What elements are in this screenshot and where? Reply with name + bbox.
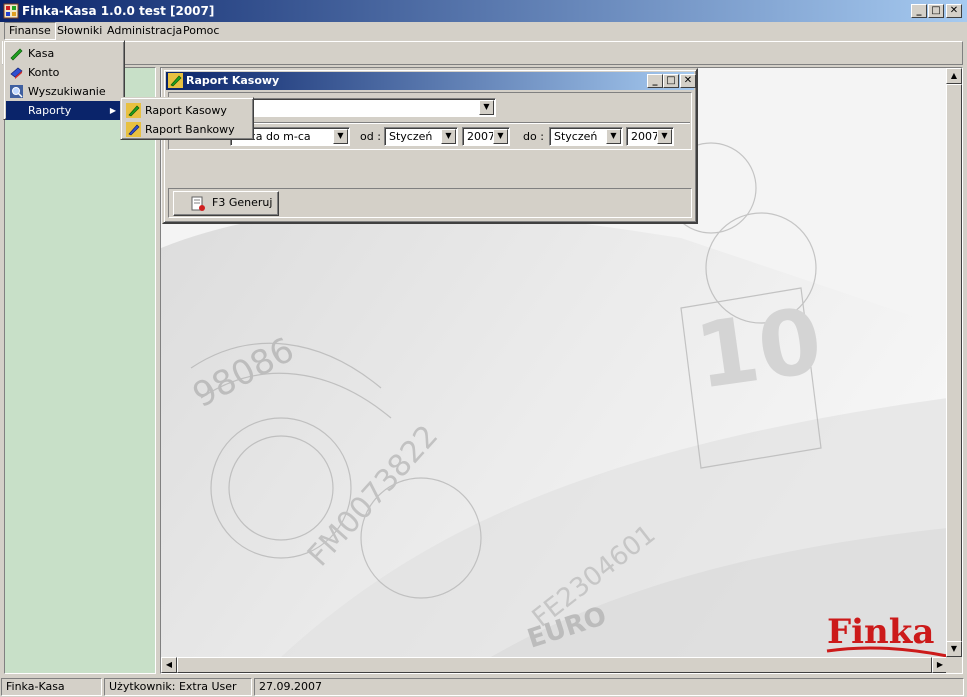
menu-item-wyszukiwanie[interactable]: Wyszukiwanie [6,82,122,101]
svg-text:10: 10 [689,288,828,409]
od-label: od : [360,130,381,143]
horizontal-scroll-thumb[interactable] [177,657,932,673]
finka-logo-text: Finka [827,612,934,652]
account-combo-arrow-icon[interactable]: ▼ [479,100,494,115]
raport-kasowy-dialog: Raport Kasowy _ □ ✕ ▼ m-ca do m-ca ▼ od … [162,68,698,224]
do-year-combo[interactable]: 2007 ▼ [626,127,674,146]
close-button[interactable]: ✕ [946,4,962,18]
blue-pen-icon [126,122,141,137]
finanse-menu: Kasa Konto Wyszukiwanie Raporty ▶ [3,40,125,120]
green-pen-icon [168,73,183,88]
account-combo[interactable]: ▼ [252,98,496,117]
title-bar[interactable]: Finka-Kasa 1.0.0 test [2007] _ □ ✕ [0,0,967,22]
scroll-corner [946,657,962,673]
menu-finanse[interactable]: Finanse [4,22,56,40]
generate-report-icon [191,196,205,211]
app-icon [3,3,19,19]
do-month-arrow-icon[interactable]: ▼ [606,129,621,144]
scroll-up-icon[interactable]: ▲ [946,68,962,84]
toolbar [2,41,963,65]
od-month-combo[interactable]: Styczeń ▼ [384,127,458,146]
menu-item-raport-kasowy-label: Raport Kasowy [145,104,227,117]
menu-item-wyszukiwanie-label: Wyszukiwanie [28,85,106,98]
dialog-title-bar[interactable]: Raport Kasowy _ □ ✕ [166,72,696,90]
generate-button[interactable]: F3 Generuj [173,191,279,216]
dialog-maximize-button[interactable]: □ [663,74,679,88]
period-type-arrow-icon[interactable]: ▼ [333,129,348,144]
menu-slowniki[interactable]: Słowniki [53,22,106,40]
vertical-scrollbar[interactable]: ▲ ▼ [946,68,962,657]
minimize-button[interactable]: _ [911,4,927,18]
search-icon [10,85,23,98]
horizontal-scrollbar[interactable]: ◀ ▶ [161,657,948,673]
green-pen-icon [126,103,141,118]
menu-item-raporty[interactable]: Raporty ▶ [6,101,122,120]
do-year-arrow-icon[interactable]: ▼ [657,129,672,144]
green-pen-icon [10,48,23,61]
do-year-value: 2007 [631,130,659,143]
od-year-arrow-icon[interactable]: ▼ [493,129,508,144]
menu-item-raport-bankowy-label: Raport Bankowy [145,123,235,136]
window-title: Finka-Kasa 1.0.0 test [2007] [22,4,215,18]
maximize-button[interactable]: □ [928,4,944,18]
status-date: 27.09.2007 [254,678,964,696]
status-bar: Finka-Kasa Użytkownik: Extra User 27.09.… [0,677,967,697]
menu-item-konto-label: Konto [28,66,60,79]
vertical-scroll-thumb[interactable] [946,84,962,644]
menu-pomoc[interactable]: Pomoc [179,22,223,40]
menu-item-konto[interactable]: Konto [6,63,122,82]
dialog-minimize-button[interactable]: _ [647,74,663,88]
blue-card-icon [10,67,23,79]
menu-administracja[interactable]: Administracja [103,22,186,40]
scroll-left-icon[interactable]: ◀ [161,657,177,673]
left-panel [4,67,156,674]
finka-logo: Finka [826,612,948,657]
menu-item-kasa[interactable]: Kasa [6,44,122,63]
od-month-arrow-icon[interactable]: ▼ [441,129,456,144]
od-month-value: Styczeń [389,130,433,143]
dialog-close-button[interactable]: ✕ [680,74,696,88]
od-year-combo[interactable]: 2007 ▼ [462,127,510,146]
do-label: do : [523,130,544,143]
status-app: Finka-Kasa [1,678,102,696]
menu-bar: Finanse Słowniki Administracja Pomoc [0,22,967,40]
menu-item-raport-kasowy[interactable]: Raport Kasowy [123,101,251,120]
menu-item-kasa-label: Kasa [28,47,55,60]
menu-item-raporty-label: Raporty [28,104,72,117]
od-year-value: 2007 [467,130,495,143]
scroll-down-icon[interactable]: ▼ [946,641,962,657]
do-month-value: Styczeń [554,130,598,143]
status-user: Użytkownik: Extra User [104,678,252,696]
dialog-title: Raport Kasowy [186,74,280,87]
raporty-submenu: Raport Kasowy Raport Bankowy [120,97,254,140]
do-month-combo[interactable]: Styczeń ▼ [549,127,623,146]
submenu-arrow-icon: ▶ [109,106,116,115]
menu-item-raport-bankowy[interactable]: Raport Bankowy [123,120,251,139]
generate-button-label: F3 Generuj [212,196,273,209]
